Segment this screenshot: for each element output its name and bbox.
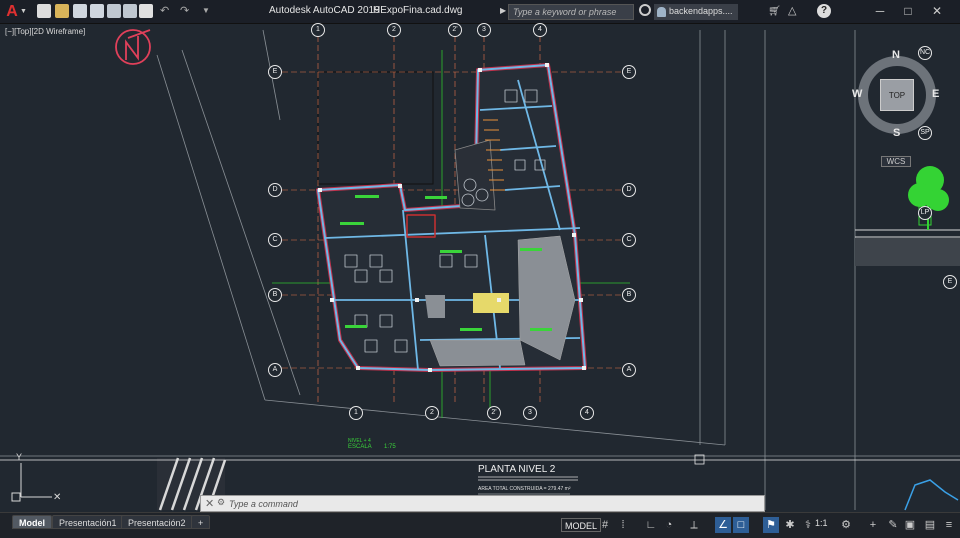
viewcube-west[interactable]: W xyxy=(852,88,862,100)
sheet-title-underline xyxy=(478,476,578,481)
viewcube-east[interactable]: E xyxy=(932,88,939,100)
annotation-scale-icon[interactable]: ⚕ xyxy=(800,517,816,533)
customization-menu-icon[interactable]: ≡ xyxy=(941,517,957,533)
grid-bubble-right: E xyxy=(622,65,636,79)
grid-bubble-top: 4 xyxy=(533,23,547,37)
grid-bubble-right: D xyxy=(622,183,636,197)
side-grid-bubble: E xyxy=(943,275,957,289)
side-grid-bubble: LP xyxy=(918,206,932,220)
annotation-scale-value[interactable]: 1:1 xyxy=(815,518,828,528)
grid-bubble-top: 3 xyxy=(477,23,491,37)
north-arrow-icon xyxy=(115,29,151,65)
ortho-icon[interactable]: ∟ xyxy=(643,517,659,533)
grid-bubble-top: 1 xyxy=(311,23,325,37)
grid-bubble-left: E xyxy=(268,65,282,79)
layout-tab[interactable]: Presentación1 xyxy=(52,515,124,529)
viewcube-north[interactable]: N xyxy=(892,49,900,61)
grid-bubble-bottom: 1 xyxy=(349,406,363,420)
grid-bubble-right: B xyxy=(622,288,636,302)
clean-screen-icon[interactable]: ▤ xyxy=(922,517,938,533)
grid-bubble-left: A xyxy=(268,363,282,377)
layout-tab[interactable]: Model xyxy=(12,515,52,529)
isolate-objects-icon[interactable]: ✎ xyxy=(885,517,901,533)
grid-bubble-left: B xyxy=(268,288,282,302)
polar-tracking-icon[interactable]: ◔ xyxy=(661,517,677,533)
grid-bubble-top: 2' xyxy=(448,23,462,37)
grid-bubble-bottom: 3 xyxy=(523,406,537,420)
hardware-acceleration-icon[interactable]: ▣ xyxy=(902,517,918,533)
side-grid-bubble: SP xyxy=(918,126,932,140)
grid-bubble-bottom: 2' xyxy=(487,406,501,420)
floor-plan xyxy=(316,63,587,372)
viewcube-top-face[interactable]: TOP xyxy=(880,79,914,111)
grid-bubble-bottom: 4 xyxy=(580,406,594,420)
grid-bubble-top: 2 xyxy=(387,23,401,37)
status-bar: Model Presentación1 Presentación2 + MODEL #… xyxy=(0,512,960,538)
grid-bubble-right: A xyxy=(622,363,636,377)
command-input[interactable]: Type a command xyxy=(229,499,298,509)
grid-bubble-left: C xyxy=(268,233,282,247)
viewcube-south[interactable]: S xyxy=(893,127,900,139)
grid-display-icon[interactable]: # xyxy=(597,517,613,533)
area-text: AREA TOTAL CONSTRUIDA = 279.47 m² xyxy=(478,486,571,492)
wcs-menu[interactable]: WCS xyxy=(881,156,911,167)
ucs-y-label: Y xyxy=(16,452,22,462)
snap-mode-icon[interactable]: ⁞ xyxy=(615,517,631,533)
add-icon[interactable]: + xyxy=(865,517,881,533)
reference-rectangle xyxy=(317,71,434,185)
grid-bubble-bottom: 2 xyxy=(425,406,439,420)
annotation-visibility-icon[interactable]: ⚑ xyxy=(763,517,779,533)
sheet-title: PLANTA NIVEL 2 xyxy=(478,464,556,475)
command-close-icon[interactable]: ✕ xyxy=(205,497,214,510)
layout-tab[interactable]: Presentación2 xyxy=(121,515,193,529)
ucs-x-label: ✕ xyxy=(53,492,61,503)
dynamic-ucs-icon[interactable]: ∠ xyxy=(715,517,731,533)
workspace-gear-icon[interactable]: ⚙ xyxy=(838,517,854,533)
object-snap-icon[interactable]: □ xyxy=(733,517,749,533)
osnap-tracking-icon[interactable]: ⟂ xyxy=(686,517,702,533)
grid-bubble-right: C xyxy=(622,233,636,247)
drawing-canvas[interactable]: Y ✕ xyxy=(0,0,960,538)
command-line[interactable]: ✕ ⚙ Type a command xyxy=(200,495,765,512)
scale-value: 1:75 xyxy=(384,444,396,450)
model-space-toggle[interactable]: MODEL xyxy=(561,518,602,532)
ucs-icon xyxy=(11,463,52,502)
side-elevation xyxy=(855,166,960,511)
side-grid-bubble: NC xyxy=(918,46,932,60)
command-customize-icon[interactable]: ⚙ xyxy=(217,497,225,508)
scale-label: ESCALA xyxy=(348,444,372,450)
auto-scale-icon[interactable]: ✱ xyxy=(782,517,798,533)
layout-tab[interactable]: + xyxy=(191,515,211,529)
grid-bubble-left: D xyxy=(268,183,282,197)
autocad-window: A ▼ ↶ ↷ ▼ Autodesk AutoCAD 2019 HExpoFin… xyxy=(0,0,960,538)
